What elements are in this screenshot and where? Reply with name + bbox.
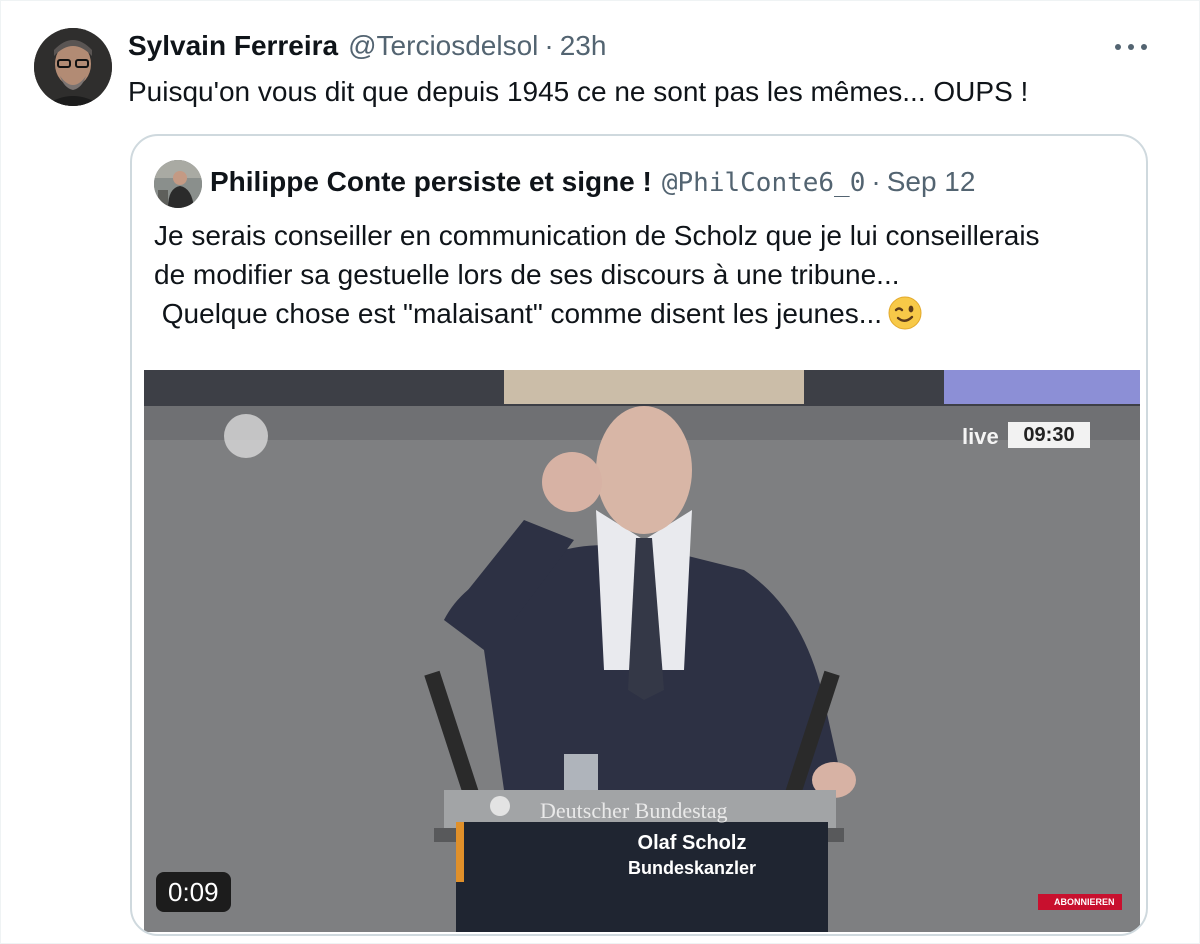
avatar-photo [34,28,112,106]
quoted-tweet-timestamp[interactable]: Sep 12 [887,166,976,198]
author-handle[interactable]: @Terciosdelsol [348,30,538,62]
quoted-header-separator: · [871,166,881,197]
header-separator: · [544,30,554,61]
more-options-icon[interactable] [1112,34,1150,60]
podium-text: Deutscher Bundestag [540,798,728,823]
author-name[interactable]: Sylvain Ferreira [128,30,338,62]
quoted-author-name[interactable]: Philippe Conte persiste et signe ! [210,166,652,198]
lower-third-title: Bundeskanzler [627,858,757,878]
quoted-author-handle[interactable]: @PhilConte6_0 [662,168,866,198]
tweet-header: Sylvain Ferreira @Terciosdelsol · 23h [128,30,606,66]
quoted-tweet-card[interactable]: Philippe Conte persiste et signe ! @Phil… [130,134,1148,936]
video-clock: 09:30 [1008,422,1090,448]
author-avatar[interactable] [34,28,112,106]
tweet-timestamp[interactable]: 23h [560,30,607,62]
quoted-author-avatar[interactable] [154,160,202,208]
tweet-text: Puisqu'on vous dit que depuis 1945 ce ne… [128,76,1029,107]
quoted-text-line-3: Quelque chose est "malaisant" comme dise… [154,298,883,329]
live-label: live [962,424,999,449]
quoted-avatar-photo [154,160,202,208]
quoted-tweet-header: Philippe Conte persiste et signe ! @Phil… [210,166,975,198]
subscribe-badge: ABONNIEREN [1038,894,1122,910]
video-player[interactable]: live 09:30 Deutscher Bundestag Olaf Scho… [144,370,1140,932]
video-duration-badge: 0:09 [156,872,231,912]
lower-third-name: Olaf Scholz [637,832,747,854]
quoted-text-line-1: Je serais conseiller en communication de… [154,220,1040,251]
quoted-tweet-text: Je serais conseiller en communication de… [154,216,1040,333]
winking-face-emoji-icon [888,296,922,330]
quoted-text-line-2: de modifier sa gestuelle lors de ses dis… [154,259,900,290]
